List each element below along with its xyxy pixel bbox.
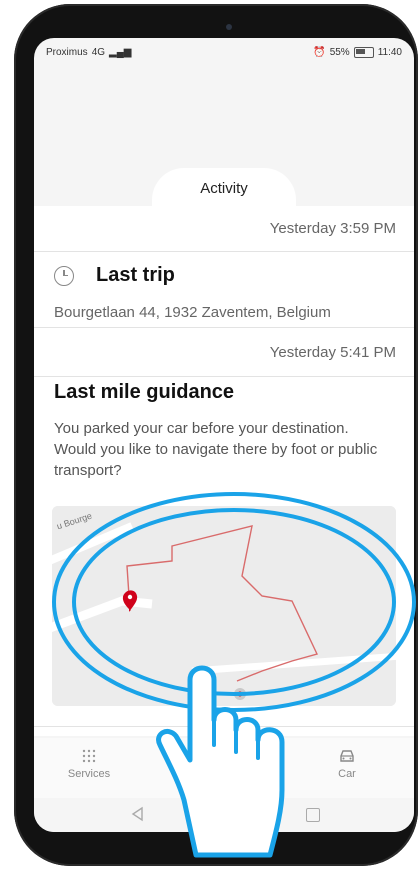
back-icon[interactable]	[130, 806, 146, 822]
guidance-timestamp: Yesterday 5:41 PM	[269, 344, 396, 361]
divider	[34, 327, 414, 328]
clock-time: 11:40	[377, 46, 402, 58]
divider	[34, 376, 414, 377]
last-trip-header[interactable]: Last trip	[54, 264, 175, 287]
status-bar: Proximus 4G ▂▄▆ ⏰ 55% 11:40	[34, 38, 414, 66]
front-camera	[226, 24, 232, 30]
last-mile-map[interactable]: u Bourge	[52, 506, 396, 706]
last-mile-description: You parked your car before your destinat…	[54, 420, 378, 479]
recent-apps-icon[interactable]	[306, 808, 320, 822]
last-trip-address: Bourgetlaan 44, 1932 Zaventem, Belgium	[54, 304, 331, 321]
system-navigation-bar	[34, 798, 414, 832]
last-mile-title: Last mile guidance	[54, 381, 235, 403]
divider	[34, 726, 414, 727]
tab-header: Activity	[34, 168, 414, 208]
trip-timestamp: Yesterday 3:59 PM	[269, 220, 396, 237]
activity-feed[interactable]: Yesterday 3:59 PM Last trip Bourgetlaan …	[34, 206, 414, 736]
tab-activity-label: Activity	[200, 180, 248, 197]
nav-services-label: Services	[67, 768, 111, 780]
services-grid-icon	[82, 749, 96, 763]
clock-icon	[54, 265, 74, 286]
network-type: 4G	[91, 46, 106, 58]
battery-percent: 55%	[329, 46, 350, 58]
app-screen: Proximus 4G ▂▄▆ ⏰ 55% 11:40 Activity Yes…	[34, 38, 414, 832]
nav-car-label: Car	[338, 768, 356, 780]
battery-icon	[353, 46, 374, 58]
bottom-navigation: Services Car	[34, 738, 414, 798]
car-icon	[340, 750, 354, 762]
divider	[34, 251, 414, 252]
carrier-name: Proximus	[46, 46, 88, 58]
alarm-icon: ⏰	[313, 46, 326, 58]
signal-icon: ▂▄▆	[109, 46, 132, 58]
nav-services[interactable]: Services	[54, 748, 124, 780]
nav-car[interactable]: Car	[312, 748, 382, 780]
last-trip-title: Last trip	[96, 264, 175, 286]
map-graphic	[52, 506, 396, 706]
